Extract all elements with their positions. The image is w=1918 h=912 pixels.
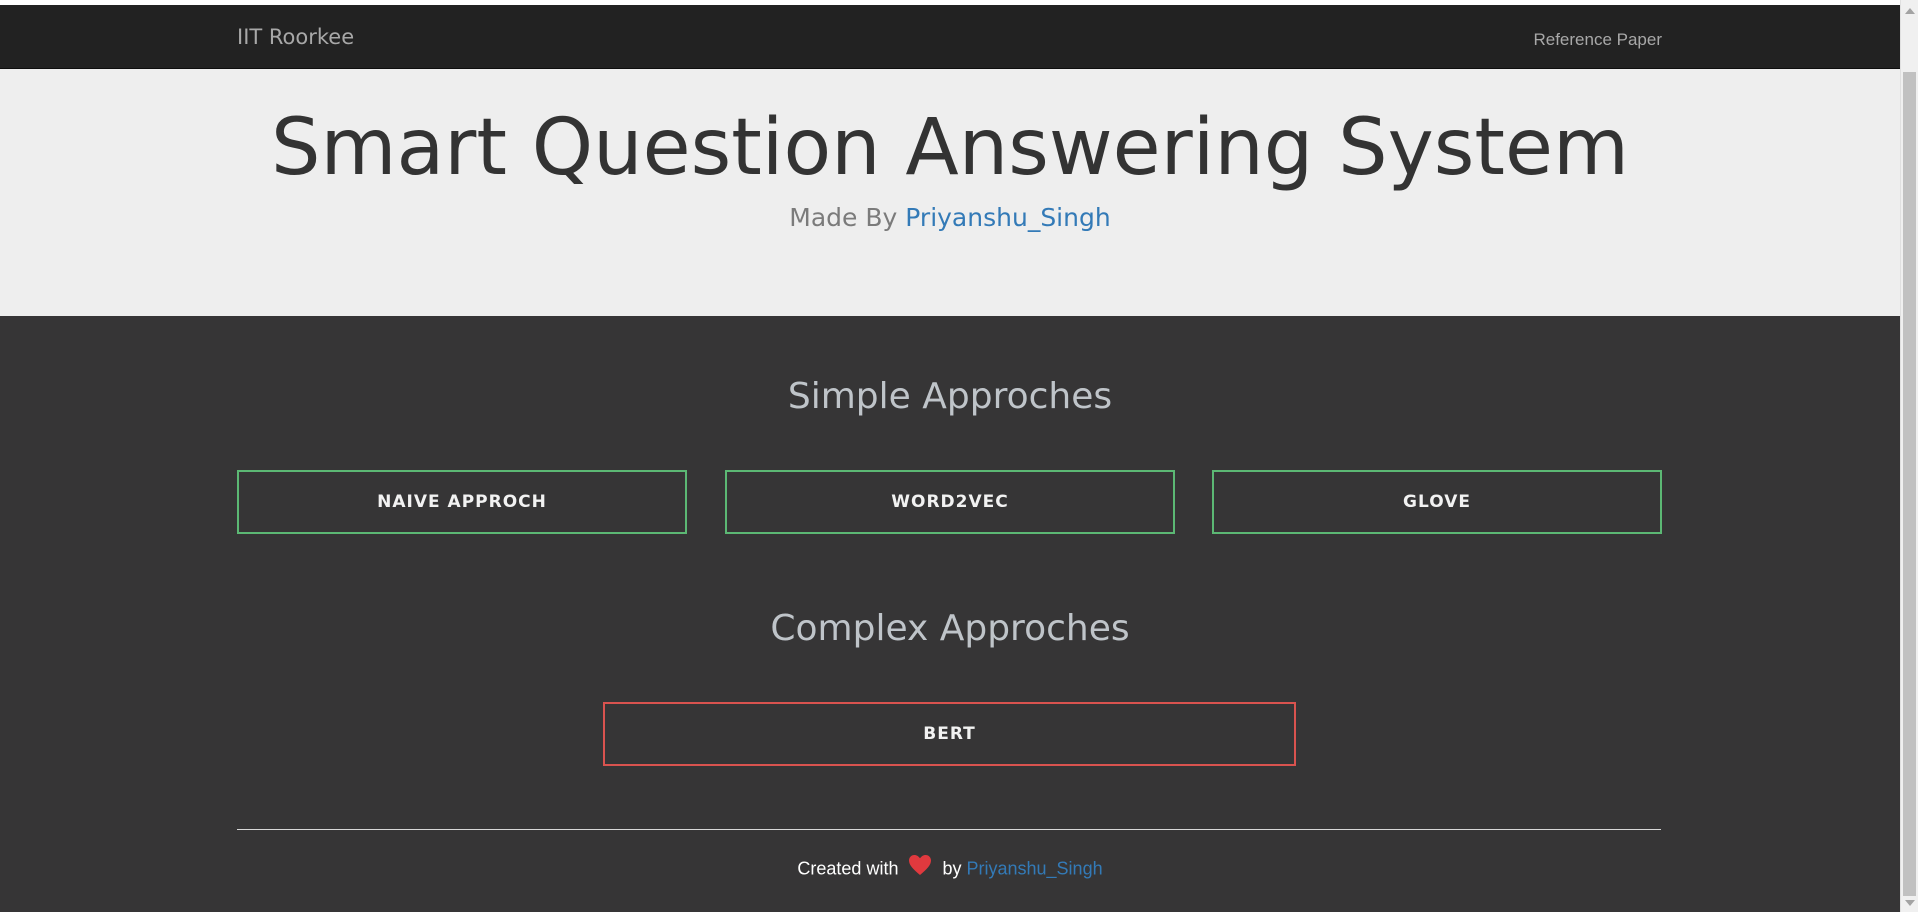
heart-icon: [908, 854, 932, 881]
author-link[interactable]: Priyanshu_Singh: [905, 203, 1110, 232]
scroll-down-icon[interactable]: [1905, 900, 1915, 906]
byline: Made By Priyanshu_Singh: [0, 203, 1900, 232]
made-by-label: Made By: [789, 203, 898, 232]
complex-approaches-heading: Complex Approches: [770, 608, 1130, 649]
scroll-thumb[interactable]: [1903, 72, 1916, 896]
glove-button[interactable]: GLOVE: [1212, 470, 1662, 534]
footer-divider: [237, 829, 1661, 830]
word2vec-button[interactable]: WORD2VEC: [725, 470, 1175, 534]
hero: Smart Question Answering System Made By …: [0, 69, 1900, 316]
simple-approaches-heading: Simple Approches: [787, 376, 1113, 417]
brand-link[interactable]: IIT Roorkee: [237, 25, 354, 49]
bert-button[interactable]: BERT: [603, 702, 1296, 766]
footer-created-with: Created with: [797, 858, 899, 879]
reference-paper-link[interactable]: Reference Paper: [1533, 30, 1662, 50]
footer-author-link[interactable]: Priyanshu_Singh: [967, 858, 1103, 878]
page-title: Smart Question Answering System: [271, 103, 1629, 193]
footer-by: by: [942, 858, 962, 879]
naive-approach-button[interactable]: NAIVE APPROCH: [237, 470, 687, 534]
footer: Created with by Priyanshu_Singh: [0, 854, 1900, 883]
vertical-scrollbar[interactable]: [1900, 0, 1918, 912]
navbar: IIT Roorkee Reference Paper: [0, 5, 1900, 69]
page: IIT Roorkee Reference Paper Smart Questi…: [0, 0, 1900, 912]
scroll-up-icon[interactable]: [1905, 8, 1915, 14]
